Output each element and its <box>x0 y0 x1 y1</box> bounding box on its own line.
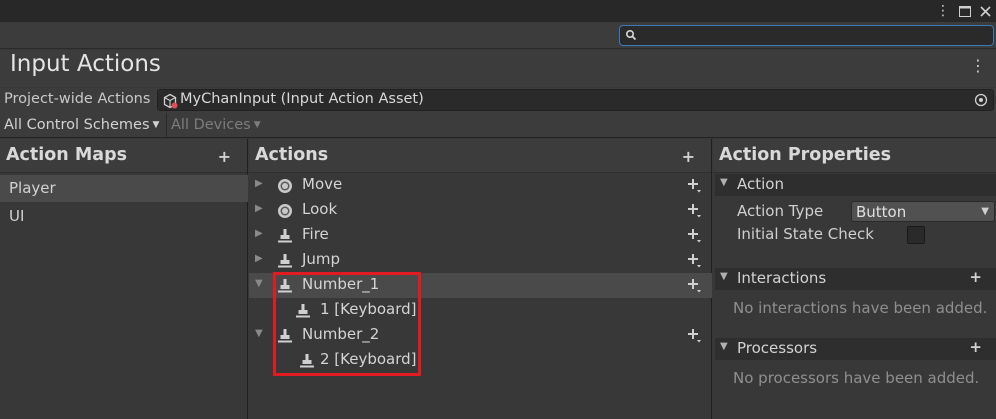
control-scheme-dropdown[interactable]: All Control Schemes ▼ <box>0 113 163 137</box>
add-binding-icon[interactable] <box>686 227 702 243</box>
add-binding-icon[interactable] <box>686 252 702 268</box>
header-menu-icon[interactable]: ⋮ <box>970 56 986 76</box>
interactions-empty-message: No interactions have been added. <box>733 299 988 317</box>
project-wide-label: Project-wide Actions <box>4 91 151 107</box>
collapse-arrow-icon: ▼ <box>720 341 728 352</box>
chevron-down-icon: ▼ <box>981 206 989 217</box>
highlight-box <box>273 272 421 376</box>
object-picker-icon[interactable] <box>974 93 988 107</box>
window-toolbar: ⋮ <box>0 0 996 22</box>
kebab-icon[interactable]: ⋮ <box>933 0 953 22</box>
action-row-jump[interactable]: ▶ Jump <box>249 248 712 273</box>
button-action-icon <box>278 254 292 268</box>
collapse-arrow-icon[interactable]: ▼ <box>255 278 267 292</box>
add-binding-icon[interactable] <box>686 277 702 293</box>
add-binding-icon[interactable] <box>686 327 702 343</box>
actions-header: Actions + <box>249 139 711 173</box>
project-wide-asset-field[interactable]: MyChanInput (Input Action Asset) <box>157 89 994 111</box>
page-title: Input Actions <box>10 51 161 77</box>
close-icon[interactable] <box>975 0 995 22</box>
add-interaction-button[interactable]: + <box>969 268 982 286</box>
devices-dropdown[interactable]: All Devices ▼ <box>166 113 265 137</box>
button-action-icon <box>278 229 292 243</box>
expand-arrow-icon[interactable]: ▶ <box>255 203 267 217</box>
search-input[interactable] <box>619 25 994 46</box>
devices-label: All Devices <box>171 117 251 133</box>
actions-title: Actions <box>255 145 329 165</box>
action-row-move[interactable]: ▶ Move <box>249 173 712 198</box>
interactions-section-title: Interactions <box>737 269 827 287</box>
action-section-title: Action <box>737 175 784 193</box>
action-label: Fire <box>302 225 329 243</box>
project-wide-row: Project-wide Actions MyChanInput (Input … <box>0 88 996 112</box>
chevron-down-icon: ▼ <box>152 120 160 130</box>
collapse-arrow-icon[interactable]: ▼ <box>255 328 267 342</box>
input-asset-icon <box>163 93 178 109</box>
add-binding-icon[interactable] <box>686 177 702 193</box>
action-map-item-player[interactable]: Player <box>0 175 248 202</box>
processors-empty-message: No processors have been added. <box>733 369 980 387</box>
action-maps-title: Action Maps <box>6 145 128 165</box>
action-properties-header: Action Properties <box>713 139 996 173</box>
stick-icon <box>278 179 292 193</box>
expand-arrow-icon[interactable]: ▶ <box>255 178 267 192</box>
chevron-down-icon: ▼ <box>253 120 261 130</box>
action-row-look[interactable]: ▶ Look <box>249 198 712 223</box>
add-action-map-button[interactable]: + <box>218 147 231 166</box>
action-row-fire[interactable]: ▶ Fire <box>249 223 712 248</box>
page-header: Input Actions ⋮ <box>0 50 996 87</box>
action-section-header[interactable]: ▼ Action <box>715 174 996 196</box>
initial-state-check-label: Initial State Check <box>737 225 874 243</box>
action-maps-header: Action Maps + <box>0 139 247 173</box>
action-maps-panel: Action Maps + Player UI <box>0 139 248 419</box>
input-actions-window: ⋮ Input Actions ⋮ Project-wide Actions M… <box>0 0 996 419</box>
expand-arrow-icon[interactable]: ▶ <box>255 253 267 267</box>
initial-state-check-checkbox[interactable] <box>907 226 925 244</box>
action-label: Move <box>302 175 343 193</box>
action-type-dropdown[interactable]: Button ▼ <box>851 201 995 222</box>
project-wide-asset-name: MyChanInput (Input Action Asset) <box>180 91 424 107</box>
collapse-arrow-icon: ▼ <box>720 271 728 282</box>
expand-arrow-icon[interactable]: ▶ <box>255 228 267 242</box>
add-binding-icon[interactable] <box>686 202 702 218</box>
processors-section-header[interactable]: ▼ Processors + <box>715 338 996 360</box>
action-properties-title: Action Properties <box>719 145 892 165</box>
processors-section-title: Processors <box>737 339 818 357</box>
action-properties-panel: Action Properties ▼ Action Action Type B… <box>713 139 996 419</box>
interactions-section-header[interactable]: ▼ Interactions + <box>715 268 996 290</box>
search-row <box>0 22 996 49</box>
action-label: Jump <box>302 250 341 268</box>
collapse-arrow-icon: ▼ <box>720 177 728 188</box>
action-type-label: Action Type <box>737 202 824 220</box>
action-label: Look <box>302 200 338 218</box>
search-icon <box>625 29 637 41</box>
add-action-button[interactable]: + <box>682 147 695 166</box>
action-type-value: Button <box>856 203 907 221</box>
maximize-icon[interactable] <box>955 0 975 22</box>
stick-icon <box>278 204 292 218</box>
control-scheme-row: All Control Schemes ▼ All Devices ▼ <box>0 112 996 138</box>
add-processor-button[interactable]: + <box>969 338 982 356</box>
control-scheme-label: All Control Schemes <box>4 117 150 133</box>
action-map-item-ui[interactable]: UI <box>0 203 248 230</box>
